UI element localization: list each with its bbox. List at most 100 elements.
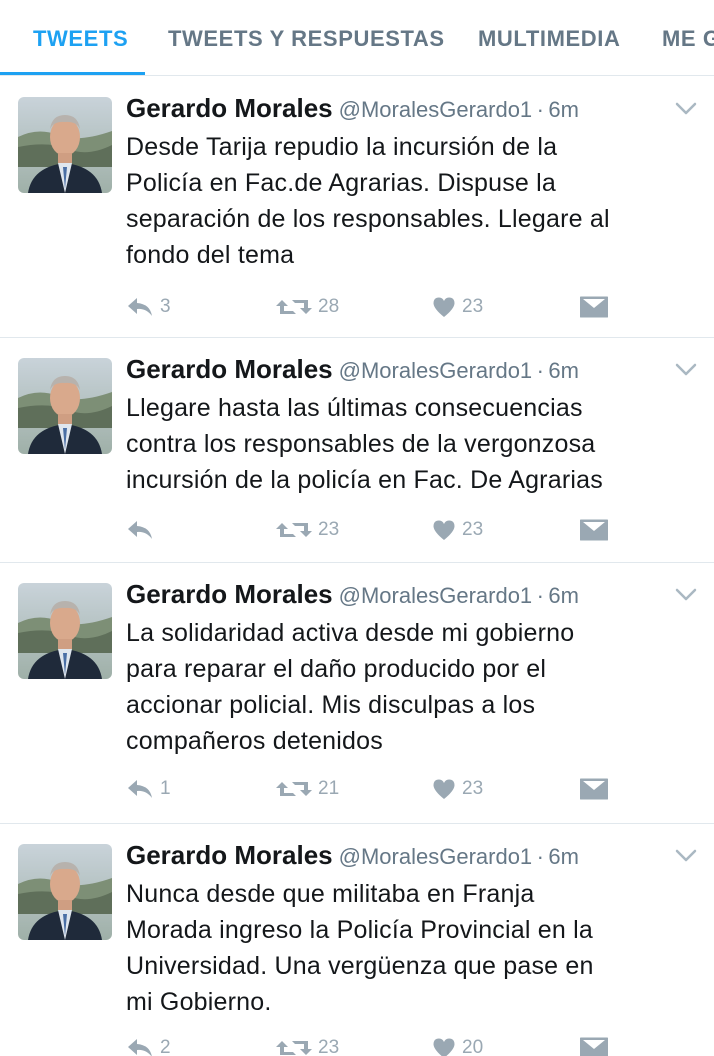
direct-message-button[interactable]	[580, 769, 608, 809]
author-name[interactable]: Gerardo Morales	[126, 840, 333, 870]
reply-button[interactable]: 1	[126, 769, 171, 809]
retweet-icon	[276, 778, 312, 800]
author-name[interactable]: Gerardo Morales	[126, 579, 333, 609]
retweet-button[interactable]: 23	[276, 510, 339, 550]
tab-me-gusta[interactable]: ME G	[662, 0, 714, 75]
retweet-button[interactable]: 28	[276, 287, 339, 327]
tweet-text-line: Policía en Fac.de Agrarias. Dispuse la	[126, 169, 557, 197]
tweet-actions: 1 21 23	[126, 769, 626, 809]
envelope-icon	[580, 519, 608, 541]
chevron-down-icon[interactable]	[674, 848, 698, 864]
avatar[interactable]	[18, 358, 112, 454]
tab-multimedia[interactable]: MULTIMEDIA	[478, 0, 620, 75]
tweet-actions: 23 23	[126, 510, 626, 550]
reply-button[interactable]	[126, 510, 160, 550]
author-name[interactable]: Gerardo Morales	[126, 93, 333, 123]
reply-button[interactable]: 2	[126, 1028, 171, 1056]
author-handle[interactable]: @MoralesGerardo1	[339, 844, 533, 869]
reply-icon	[126, 296, 154, 318]
tweet-timestamp[interactable]: 6m	[548, 97, 579, 122]
like-count: 23	[462, 778, 484, 799]
tweet-text: La solidaridad activa desde mi gobierno …	[126, 615, 706, 759]
direct-message-button[interactable]	[580, 287, 608, 327]
chevron-down-icon[interactable]	[674, 101, 698, 117]
retweet-button[interactable]: 23	[276, 1028, 339, 1056]
envelope-icon	[580, 296, 608, 318]
tweet-text-line: Morada ingreso la Policía Provincial en …	[126, 916, 593, 944]
tab-tweets[interactable]: TWEETS	[33, 0, 128, 75]
reply-count: 1	[160, 778, 171, 799]
tweet-text-line: compañeros detenidos	[126, 727, 383, 755]
separator-dot: ·	[536, 583, 544, 608]
avatar[interactable]	[18, 844, 112, 940]
envelope-icon	[580, 1037, 608, 1056]
tweet-header: Gerardo Morales @MoralesGerardo1 · 6m	[126, 93, 579, 129]
tweet-text: Nunca desde que militaba en Franja Morad…	[126, 876, 706, 1020]
avatar[interactable]	[18, 583, 112, 679]
envelope-icon	[580, 778, 608, 800]
retweet-count: 23	[318, 1037, 340, 1056]
reply-icon	[126, 778, 154, 800]
tweet-text: Llegare hasta las últimas consecuencias …	[126, 390, 706, 498]
tweet-feed: Gerardo Morales @MoralesGerardo1 · 6m Des…	[0, 77, 714, 1056]
author-handle[interactable]: @MoralesGerardo1	[339, 358, 533, 383]
like-count: 20	[462, 1037, 484, 1056]
author-handle[interactable]: @MoralesGerardo1	[339, 583, 533, 608]
tweet-text: Desde Tarija repudio la incursión de la …	[126, 129, 706, 273]
like-button[interactable]: 23	[432, 769, 483, 809]
tweet-text-line: separación de los responsables. Llegare …	[126, 205, 610, 233]
chevron-down-icon[interactable]	[674, 587, 698, 603]
heart-icon	[432, 519, 456, 541]
tweet-text-line: incursión de la policía en Fac. De Agrar…	[126, 466, 603, 494]
direct-message-button[interactable]	[580, 510, 608, 550]
tweet-text-line: para reparar el daño producido por el	[126, 655, 547, 683]
tweet-text-line: La solidaridad activa desde mi gobierno	[126, 619, 575, 647]
tweet-text-line: accionar policial. Mis disculpas a los	[126, 691, 536, 719]
like-button[interactable]: 23	[432, 510, 483, 550]
like-count: 23	[462, 296, 484, 317]
retweet-button[interactable]: 21	[276, 769, 339, 809]
tweet-actions: 3 28 23	[126, 287, 626, 327]
chevron-down-icon[interactable]	[674, 362, 698, 378]
reply-icon	[126, 519, 154, 541]
tweet-text-line: Llegare hasta las últimas consecuencias	[126, 394, 583, 422]
retweet-count: 21	[318, 778, 340, 799]
direct-message-button[interactable]	[580, 1028, 608, 1056]
tweet-header: Gerardo Morales @MoralesGerardo1 · 6m	[126, 840, 579, 876]
separator-dot: ·	[536, 358, 544, 383]
retweet-icon	[276, 1037, 312, 1056]
author-handle[interactable]: @MoralesGerardo1	[339, 97, 533, 122]
tweet-text-line: contra los responsables de la vergonzosa	[126, 430, 596, 458]
retweet-count: 23	[318, 519, 340, 540]
reply-icon	[126, 1037, 154, 1056]
tweet[interactable]: Gerardo Morales @MoralesGerardo1 · 6m Lle…	[0, 338, 714, 563]
like-button[interactable]: 23	[432, 287, 483, 327]
active-tab-indicator	[0, 72, 145, 75]
tweet[interactable]: Gerardo Morales @MoralesGerardo1 · 6m Nun…	[0, 824, 714, 1056]
tweet-text-line: Universidad. Una vergüenza que pase en	[126, 952, 594, 980]
profile-tabs: TWEETS TWEETS Y RESPUESTAS MULTIMEDIA ME…	[0, 0, 714, 76]
tweet-header: Gerardo Morales @MoralesGerardo1 · 6m	[126, 354, 579, 390]
tweet-actions: 2 23 20	[126, 1028, 626, 1056]
like-count: 23	[462, 519, 484, 540]
tweet-text-line: Desde Tarija repudio la incursión de la	[126, 133, 558, 161]
tweet[interactable]: Gerardo Morales @MoralesGerardo1 · 6m Des…	[0, 77, 714, 338]
tweet-text-line: Nunca desde que militaba en Franja	[126, 880, 535, 908]
avatar[interactable]	[18, 97, 112, 193]
tweet-header: Gerardo Morales @MoralesGerardo1 · 6m	[126, 579, 579, 615]
author-name[interactable]: Gerardo Morales	[126, 354, 333, 384]
tab-tweets-y-respuestas[interactable]: TWEETS Y RESPUESTAS	[168, 0, 445, 75]
tweet-timestamp[interactable]: 6m	[548, 358, 579, 383]
tweet[interactable]: Gerardo Morales @MoralesGerardo1 · 6m La …	[0, 563, 714, 824]
reply-count: 3	[160, 296, 171, 317]
tweet-text-line: mi Gobierno.	[126, 988, 272, 1016]
separator-dot: ·	[536, 844, 544, 869]
reply-button[interactable]: 3	[126, 287, 171, 327]
retweet-icon	[276, 519, 312, 541]
retweet-count: 28	[318, 296, 340, 317]
tweet-timestamp[interactable]: 6m	[548, 583, 579, 608]
like-button[interactable]: 20	[432, 1028, 483, 1056]
separator-dot: ·	[536, 97, 544, 122]
heart-icon	[432, 1037, 456, 1056]
tweet-timestamp[interactable]: 6m	[548, 844, 579, 869]
